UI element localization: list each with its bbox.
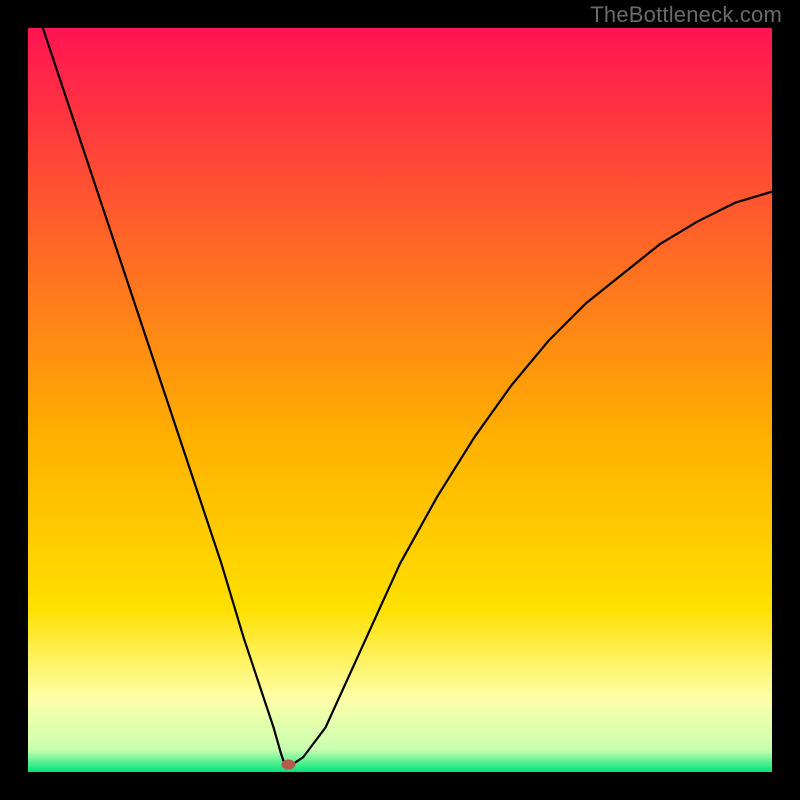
chart-frame: TheBottleneck.com bbox=[0, 0, 800, 800]
chart-svg bbox=[28, 28, 772, 772]
watermark-text: TheBottleneck.com bbox=[590, 2, 782, 28]
gradient-background bbox=[28, 28, 772, 772]
optimal-point-marker bbox=[281, 760, 295, 770]
chart-plot-area bbox=[28, 28, 772, 772]
